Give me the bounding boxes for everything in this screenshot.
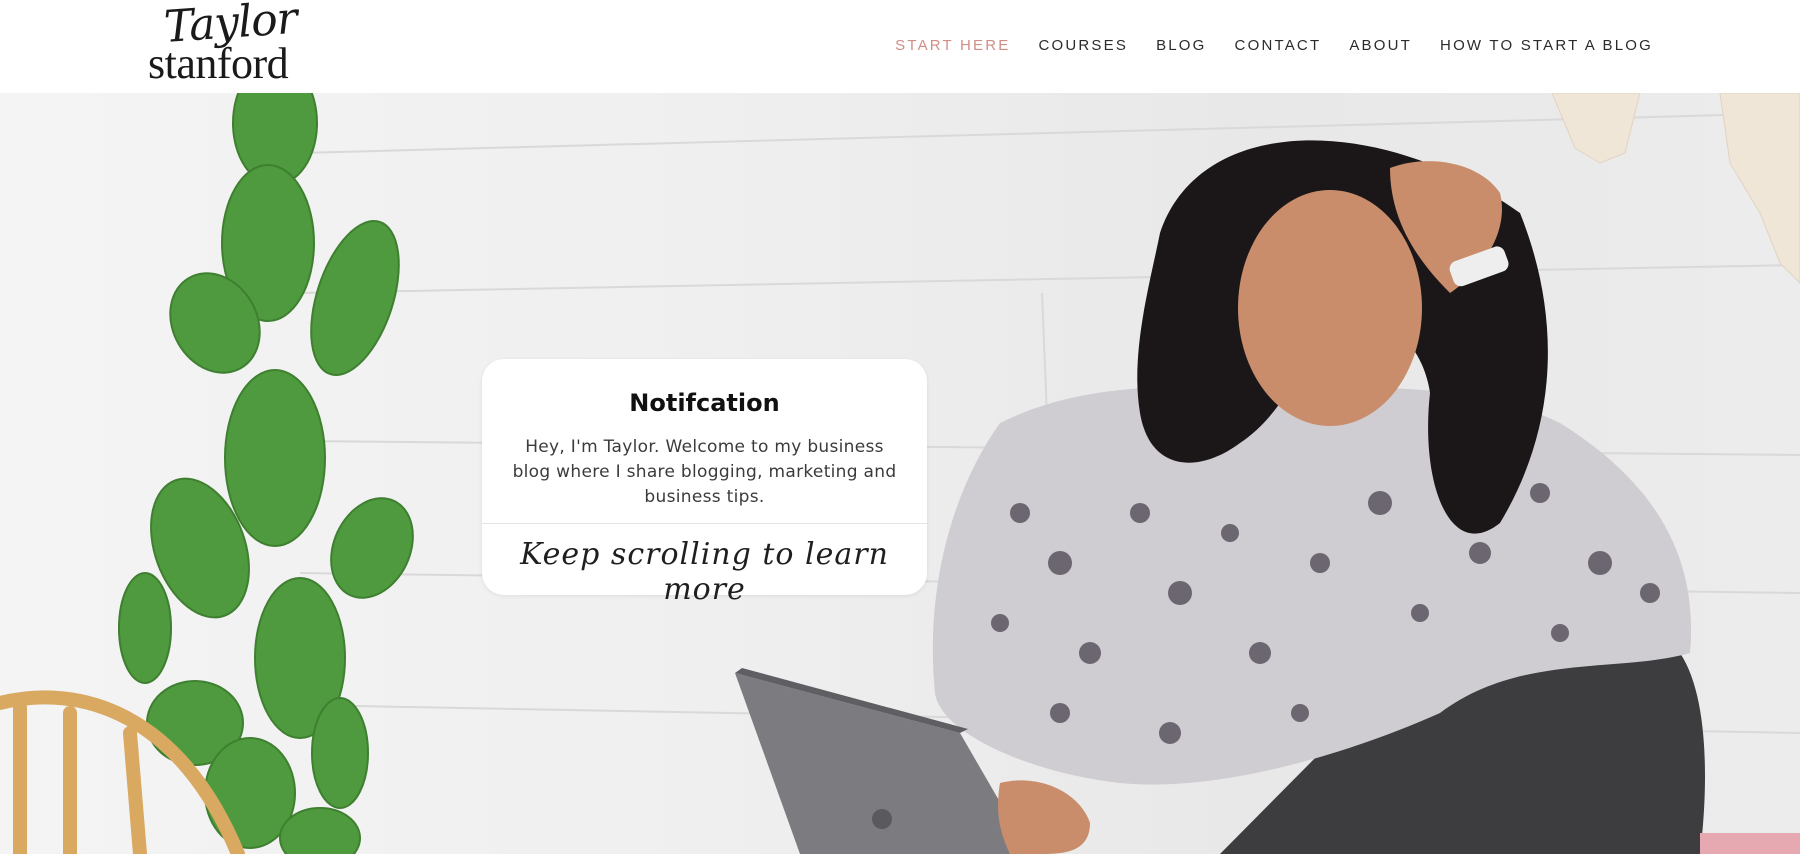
site-logo[interactable]: Taylor stanford — [148, 0, 318, 88]
woman-figure — [932, 140, 1705, 854]
notification-divider — [482, 523, 927, 524]
site-header: Taylor stanford START HERE COURSES BLOG … — [0, 0, 1800, 93]
nav-courses[interactable]: COURSES — [1038, 37, 1128, 54]
notification-title: Notifcation — [629, 389, 780, 417]
logo-serif-text: stanford — [148, 39, 289, 88]
nav-about[interactable]: ABOUT — [1349, 37, 1412, 54]
nav-contact[interactable]: CONTACT — [1235, 37, 1322, 54]
nav-how-to-start-a-blog[interactable]: HOW TO START A BLOG — [1440, 37, 1653, 54]
keep-scrolling-link[interactable]: Keep scrolling to learn more — [482, 537, 927, 607]
main-nav: START HERE COURSES BLOG CONTACT ABOUT HO… — [867, 37, 1653, 54]
nav-start-here[interactable]: START HERE — [895, 37, 1010, 54]
apple-logo-icon — [872, 809, 892, 829]
nav-blog[interactable]: BLOG — [1156, 37, 1206, 54]
notification-body: Hey, I'm Taylor. Welcome to my business … — [512, 437, 897, 507]
hero-section: Notifcation Hey, I'm Taylor. Welcome to … — [0, 93, 1800, 854]
notification-card: Notifcation Hey, I'm Taylor. Welcome to … — [482, 359, 927, 607]
macrame-hanging — [1551, 93, 1800, 284]
pink-cushion — [1700, 833, 1800, 854]
